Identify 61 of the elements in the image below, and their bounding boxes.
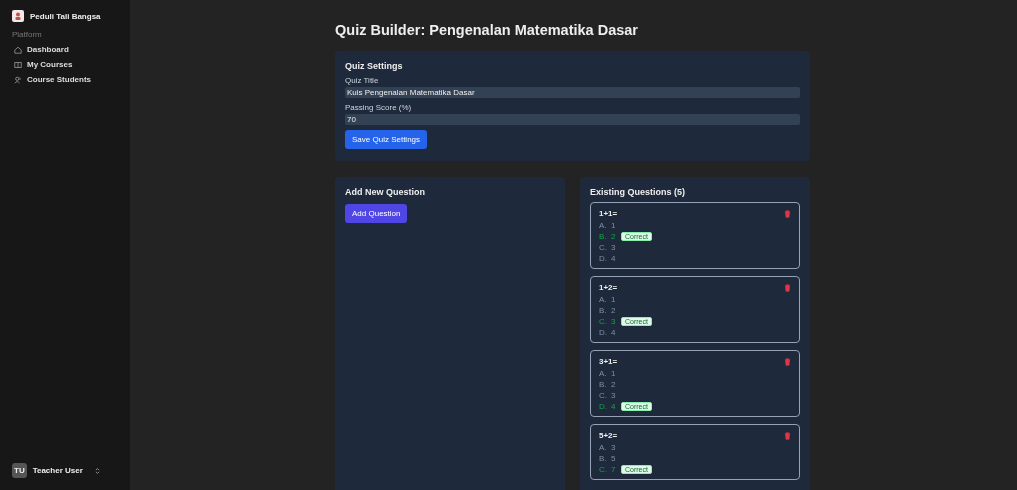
field-label: Passing Score (%) — [345, 103, 413, 112]
card-heading: Existing Questions (5) — [590, 187, 686, 197]
option-value: 2 — [611, 380, 617, 389]
option-letter: B. — [599, 454, 608, 463]
card-heading: Add New Question — [345, 187, 426, 197]
option-value: 3 — [611, 443, 617, 452]
trash-icon[interactable] — [784, 283, 791, 292]
option-letter: D. — [599, 254, 608, 263]
option-letter: A. — [599, 295, 608, 304]
sidebar-item[interactable]: My Courses — [12, 57, 120, 72]
option-letter: A. — [599, 369, 608, 378]
sidebar-item[interactable]: Dashboard — [12, 42, 120, 57]
page-title: Quiz Builder: Pengenalan Matematika Dasar — [335, 22, 639, 38]
user-name: Teacher User — [32, 466, 84, 475]
option-value: 4 — [611, 328, 617, 337]
option-letter: C. — [599, 391, 608, 400]
avatar: TU — [12, 463, 27, 478]
question-text: 3+1= — [599, 357, 618, 366]
input-field[interactable]: Kuis Pengenalan Matematika Dasar — [345, 87, 800, 98]
option-value: 1 — [611, 295, 617, 304]
option-letter: D. — [599, 402, 608, 411]
logo-icon — [12, 10, 24, 22]
option-value: 5 — [611, 454, 617, 463]
option-value: 2 — [611, 306, 617, 315]
option-value: 3 — [611, 391, 617, 400]
trash-icon[interactable] — [784, 357, 791, 366]
option-value: 1 — [611, 221, 617, 230]
book-icon — [14, 60, 22, 69]
option-value: 4 — [611, 402, 617, 411]
option-letter: A. — [599, 221, 608, 230]
option-value: 4 — [611, 254, 617, 263]
users-icon — [14, 75, 22, 84]
option-letter: B. — [599, 380, 608, 389]
option-value: 3 — [611, 317, 617, 326]
option-value: 1 — [611, 369, 617, 378]
question-text: 1+2= — [599, 283, 618, 292]
add-question-button[interactable]: Add Question — [345, 204, 408, 223]
section-label: Platform — [12, 30, 43, 39]
trash-icon[interactable] — [784, 209, 791, 218]
question-text: 1+1= — [599, 209, 618, 218]
user-menu[interactable]: TU Teacher User — [12, 463, 120, 478]
trash-icon[interactable] — [784, 431, 791, 440]
app-name: Peduli Tali Bangsa — [30, 11, 101, 21]
chevrons-icon — [95, 466, 100, 475]
sidebar-item[interactable]: Course Students — [12, 72, 120, 87]
input-field[interactable]: 70 — [345, 114, 800, 125]
option-letter: A. — [599, 443, 608, 452]
save-button[interactable]: Save Quiz Settings — [345, 130, 428, 149]
option-letter: D. — [599, 328, 608, 337]
home-icon — [14, 45, 22, 54]
option-letter: B. — [599, 232, 608, 241]
option-letter: C. — [599, 465, 608, 474]
option-letter: C. — [599, 317, 608, 326]
field-label: Quiz Title — [345, 76, 380, 85]
option-value: 7 — [611, 465, 617, 474]
option-letter: B. — [599, 306, 608, 315]
option-value: 2 — [611, 232, 617, 241]
question-text: 5+2= — [599, 431, 618, 440]
option-letter: C. — [599, 243, 608, 252]
option-value: 3 — [611, 243, 617, 252]
card-heading: Quiz Settings — [345, 61, 404, 71]
